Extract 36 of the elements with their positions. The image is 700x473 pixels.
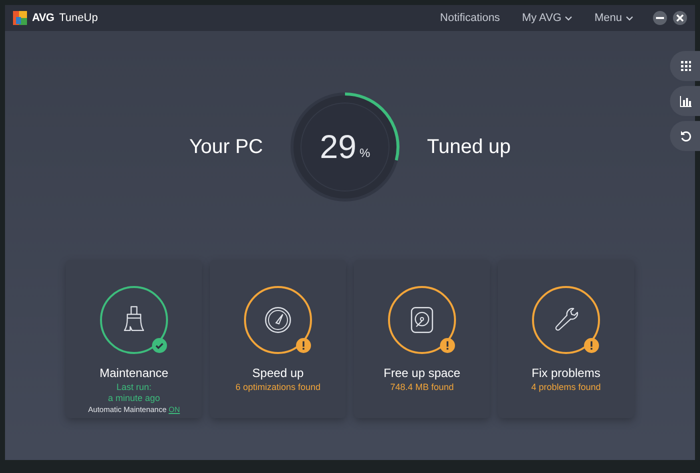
card-title: Fix problems	[532, 366, 600, 380]
card-title: Speed up	[252, 366, 304, 380]
warning-badge-icon	[584, 338, 599, 353]
undo-button[interactable]	[670, 121, 700, 151]
close-button[interactable]	[673, 11, 687, 25]
card-title: Free up space	[384, 366, 460, 380]
menu-link[interactable]: Notifications	[440, 12, 500, 24]
score-label: Tuned up	[426, 136, 511, 158]
tool-card[interactable]: Speed up 6 optimizations found	[210, 260, 346, 418]
status-text: a minute ago	[106, 393, 162, 404]
grid-icon	[681, 61, 691, 71]
stats-button[interactable]	[670, 86, 700, 116]
card-title: Maintenance	[100, 366, 168, 380]
bar-chart-icon	[680, 96, 692, 106]
warning-badge-icon	[440, 338, 455, 353]
product-name: TuneUp	[59, 12, 98, 24]
minimize-icon	[656, 14, 664, 22]
tool-card[interactable]: Free up space 748.4 MB found	[354, 260, 490, 418]
score-label: Your PC	[189, 136, 263, 158]
close-icon	[676, 14, 684, 22]
status-text: 6 optimizations found	[235, 382, 321, 393]
menu-link[interactable]: My AVG	[522, 12, 572, 24]
check-badge-icon	[152, 338, 167, 353]
logo-icon	[13, 11, 27, 25]
status-text: 4 problems found	[531, 382, 601, 393]
brand-name: AVG	[32, 12, 54, 24]
warning-badge-icon	[296, 338, 311, 353]
minimize-button[interactable]	[653, 11, 667, 25]
tool-card[interactable]: Fix problems 4 problems found	[498, 260, 634, 418]
percent-unit: %	[360, 146, 370, 160]
menu-link[interactable]: Menu	[594, 12, 633, 24]
status-text: Last run:	[115, 382, 153, 393]
undo-icon	[680, 130, 692, 142]
status-text: 748.4 MB found	[390, 382, 454, 393]
score-value: 29	[320, 128, 356, 166]
apps-grid-button[interactable]	[670, 51, 700, 81]
